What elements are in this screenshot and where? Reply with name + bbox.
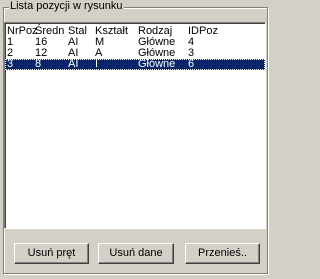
cell-srednica: 8 xyxy=(35,58,42,70)
position-list[interactable]: NrPoz Średn Stal Kształt Rodzaj IDPoz 1 … xyxy=(4,22,266,229)
cell-rodzaj: Główne xyxy=(138,58,176,70)
groupbox-title: Lista pozycji w rysunku xyxy=(9,0,124,13)
cell-nrpoz: 3 xyxy=(7,58,14,70)
list-row[interactable]: 2 12 AI A Główne 3 xyxy=(5,48,265,59)
remove-bar-button[interactable]: Usuń pręt xyxy=(14,243,89,264)
list-row-selected[interactable]: 3 8 AI I Główne 6 xyxy=(5,59,265,70)
cell-idpoz: 6 xyxy=(188,58,195,70)
move-button[interactable]: Przenieś.. xyxy=(185,243,260,264)
cell-stal: AI xyxy=(68,58,79,70)
position-list-dialog: Lista pozycji w rysunku NrPoz Średn Stal… xyxy=(0,0,273,279)
remove-data-button[interactable]: Usuń dane xyxy=(98,243,174,264)
cell-ksztalt: I xyxy=(95,58,99,70)
